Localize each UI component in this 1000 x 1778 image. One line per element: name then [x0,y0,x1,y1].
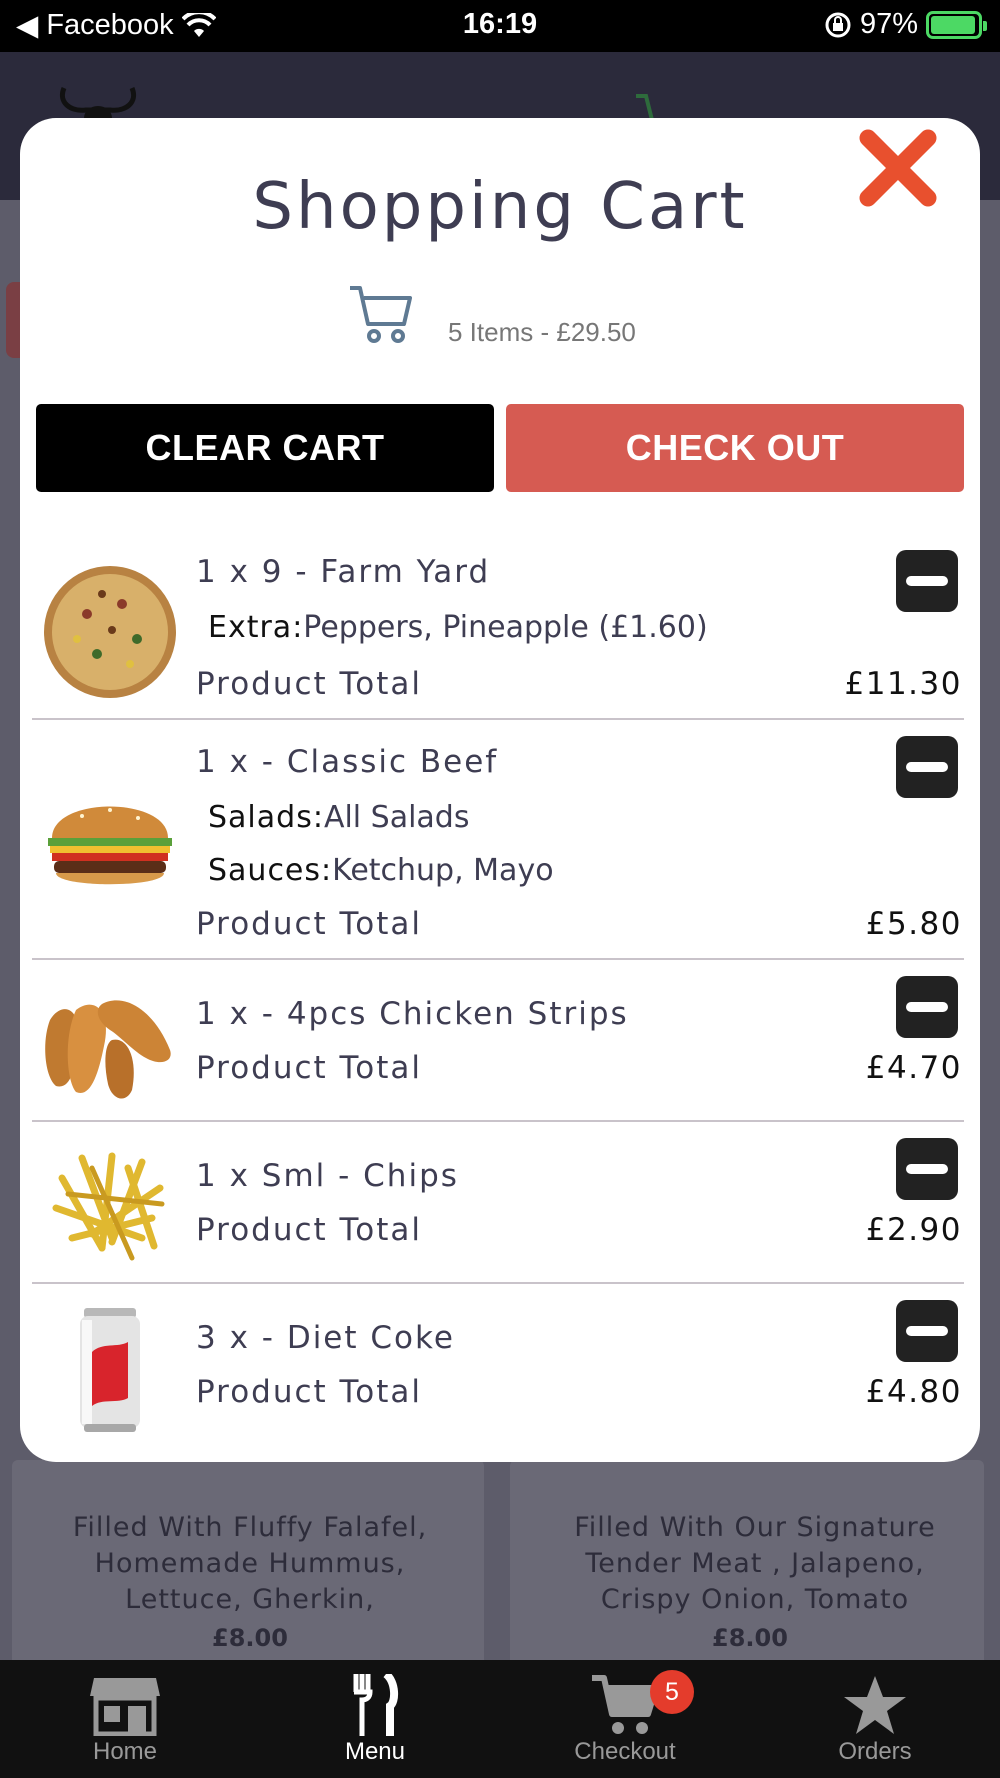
tab-label: Checkout [574,1738,676,1765]
item-name: 1 x - Classic Beef [196,744,499,780]
cart-item: 3 x - Diet Coke Product Total £4.80 [32,1284,964,1446]
item-name: 1 x 9 - Farm Yard [196,554,491,590]
option-label: Extra: [208,610,304,645]
chicken-strips-image [45,1000,171,1099]
tab-checkout[interactable]: 5 Checkout [500,1660,750,1778]
status-right: 97% [824,8,987,41]
option-label: Sauces: [208,853,333,888]
cart-item: 1 x - 4pcs Chicken Strips Product Total … [32,960,964,1122]
remove-item-button[interactable] [896,976,958,1038]
cart-item: 1 x Sml - Chips Product Total £2.90 [32,1122,964,1284]
tab-home[interactable]: Home [0,1660,250,1778]
option-value: Peppers, Pineapple (£1.60) [303,610,708,645]
remove-item-button[interactable] [896,550,958,612]
cart-icon [350,286,412,343]
modal-title: Shopping Cart [252,170,748,244]
background-card-price: £8.00 [712,1624,788,1652]
product-total-value: £4.70 [865,1050,962,1086]
status-bar: ◀ Facebook 16:19 97% [0,0,1000,52]
item-option: Extra:Peppers, Pineapple (£1.60) [208,610,708,645]
cutlery-icon [353,1674,399,1736]
cart-summary: 5 Items - £29.50 [448,317,636,347]
diet-coke-can-image [80,1308,140,1432]
burger-image [48,806,172,885]
cart-count-badge: 5 [650,1670,694,1714]
star-icon [844,1676,906,1734]
item-name: 1 x Sml - Chips [196,1158,459,1194]
chips-image [52,1152,165,1261]
item-option: Salads:All Salads [208,800,469,835]
item-option: Sauces:Ketchup, Mayo [208,853,554,888]
item-name: 1 x - 4pcs Chicken Strips [196,996,629,1032]
product-total-value: £5.80 [865,906,962,942]
background-card-price: £8.00 [212,1624,288,1652]
background-card-desc: Filled With Our Signature Tender Meat , … [574,1512,936,1615]
tab-bar: Home Menu 5 Checkout Orders [0,1660,1000,1778]
store-icon [90,1678,160,1736]
product-total-value: £11.30 [844,666,962,702]
orientation-lock-icon [825,12,851,37]
background-card-desc: Filled With Fluffy Falafel, Homemade Hum… [72,1512,428,1615]
remove-item-button[interactable] [896,736,958,798]
battery-percent: 97% [859,8,918,40]
option-value: Ketchup, Mayo [332,853,554,888]
cart-icon [592,1675,659,1734]
battery-icon [926,10,987,39]
product-total-label: Product Total [196,1212,422,1248]
item-name: 3 x - Diet Coke [196,1320,455,1356]
cart-item: 1 x 9 - Farm Yard Extra:Peppers, Pineapp… [32,530,964,720]
option-label: Salads: [208,800,324,835]
tab-label: Orders [838,1738,912,1765]
product-total-label: Product Total [196,666,422,702]
product-total-label: Product Total [196,906,422,942]
check-out-button[interactable]: CHECK OUT [506,404,964,492]
tab-label: Menu [344,1738,406,1765]
cart-item: 1 x - Classic Beef Salads:All Salads Sau… [32,720,964,960]
pizza-image [44,566,176,698]
clear-cart-button[interactable]: CLEAR CART [36,404,494,492]
tab-menu[interactable]: Menu [250,1660,500,1778]
tab-orders[interactable]: Orders [750,1660,1000,1778]
tab-label: Home [92,1738,158,1765]
product-total-label: Product Total [196,1050,422,1086]
product-total-value: £4.80 [865,1374,962,1410]
remove-item-button[interactable] [896,1138,958,1200]
option-value: All Salads [323,800,470,835]
product-total-value: £2.90 [865,1212,962,1248]
remove-item-button[interactable] [896,1300,958,1362]
product-total-label: Product Total [196,1374,422,1410]
